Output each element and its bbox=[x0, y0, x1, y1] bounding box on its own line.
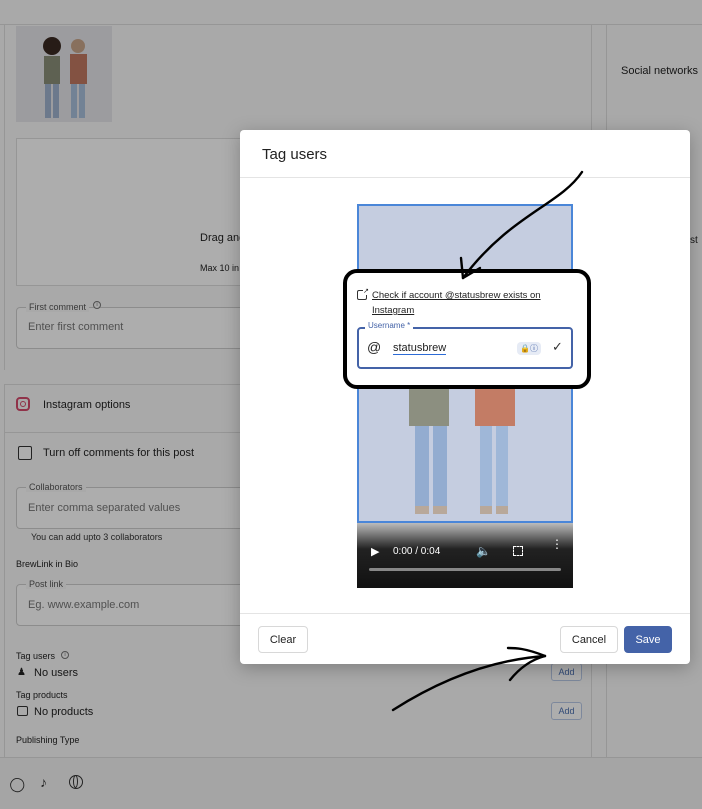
arrow-to-popup bbox=[461, 170, 584, 280]
arrow-to-save bbox=[391, 654, 547, 712]
arrow-to-save-head bbox=[506, 646, 547, 682]
annotation-arrows bbox=[391, 170, 584, 712]
